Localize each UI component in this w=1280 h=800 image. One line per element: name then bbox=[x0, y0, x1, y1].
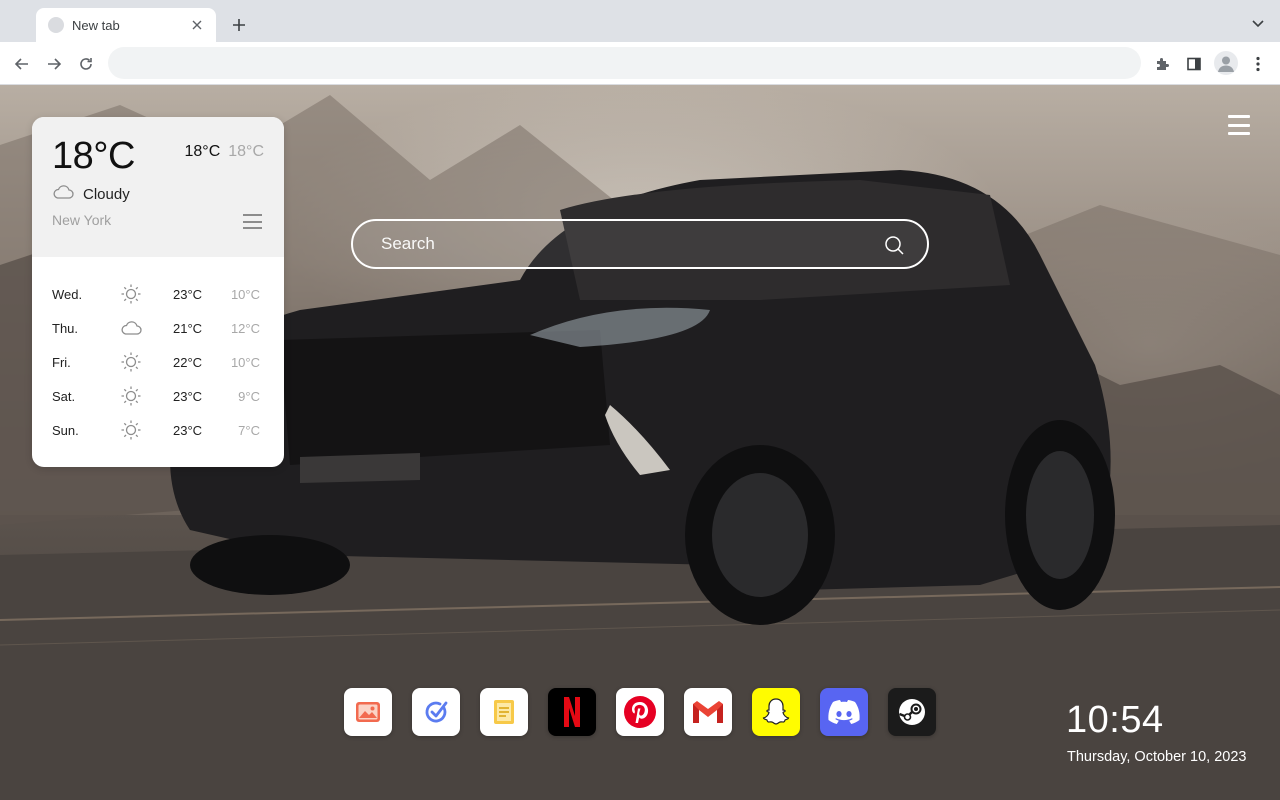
chevron-down-icon bbox=[1252, 20, 1264, 28]
photos-icon bbox=[356, 702, 380, 722]
forecast-low: 10°C bbox=[230, 286, 260, 302]
today-low: 18°C bbox=[228, 143, 264, 160]
notes-app[interactable] bbox=[480, 688, 528, 736]
snapchat-app[interactable] bbox=[752, 688, 800, 736]
forecast-high: 22°C bbox=[173, 354, 203, 370]
side-panel-button[interactable] bbox=[1182, 52, 1206, 76]
search-box bbox=[351, 219, 929, 269]
notes-icon bbox=[494, 700, 514, 724]
sun-icon bbox=[121, 420, 141, 440]
discord-icon bbox=[828, 700, 860, 724]
sun-icon bbox=[121, 352, 141, 372]
today-high-low: 18°C 18°C bbox=[185, 143, 265, 161]
photos-app[interactable] bbox=[344, 688, 392, 736]
cloud-icon bbox=[53, 185, 74, 199]
address-bar[interactable] bbox=[108, 47, 1141, 79]
arrow-left-icon bbox=[14, 58, 28, 70]
current-temperature: 18°C bbox=[52, 135, 135, 177]
cloud-icon bbox=[121, 321, 142, 335]
profile-avatar[interactable] bbox=[1214, 51, 1238, 75]
forecast-high: 23°C bbox=[173, 422, 203, 438]
forecast-row: Wed. 23°C 10°C bbox=[32, 277, 284, 311]
pinterest-app[interactable] bbox=[616, 688, 664, 736]
pinterest-icon bbox=[624, 696, 656, 728]
snapchat-icon bbox=[762, 698, 790, 725]
forecast-day: Sun. bbox=[52, 422, 79, 438]
tab-favicon-icon bbox=[48, 17, 64, 33]
reload-icon bbox=[80, 58, 92, 70]
tasks-app[interactable] bbox=[412, 688, 460, 736]
menu-bar bbox=[243, 214, 262, 216]
netflix-app[interactable] bbox=[548, 688, 596, 736]
forecast-row: Thu. 21°C 12°C bbox=[32, 311, 284, 345]
tab-search-button[interactable] bbox=[1248, 14, 1268, 34]
today-high: 18°C bbox=[184, 143, 221, 160]
forecast-day: Wed. bbox=[52, 286, 83, 302]
plus-icon bbox=[233, 19, 245, 31]
browser-toolbar bbox=[0, 42, 1280, 85]
forecast-low: 10°C bbox=[230, 354, 260, 370]
forecast-day: Thu. bbox=[52, 320, 79, 336]
back-button[interactable] bbox=[10, 52, 34, 76]
weather-condition: Cloudy bbox=[83, 186, 130, 203]
forecast-day: Fri. bbox=[52, 354, 71, 370]
menu-bar bbox=[243, 220, 262, 223]
discord-app[interactable] bbox=[820, 688, 868, 736]
check-icon bbox=[425, 701, 448, 723]
close-icon bbox=[192, 20, 202, 30]
new-tab-page: 18°C 18°C 18°C Cloudy New York Wed. 23°C … bbox=[0, 85, 1280, 800]
menu-bar bbox=[1228, 123, 1250, 127]
tab-close-button[interactable] bbox=[188, 16, 206, 34]
puzzle-icon bbox=[1157, 58, 1169, 70]
side-panel-icon bbox=[1187, 57, 1201, 71]
steam-app[interactable] bbox=[888, 688, 936, 736]
search-icon[interactable] bbox=[883, 234, 905, 256]
app-dock bbox=[344, 688, 936, 736]
weather-menu-button[interactable] bbox=[243, 214, 262, 229]
menu-bar bbox=[1228, 132, 1250, 135]
forecast-high: 21°C bbox=[173, 320, 203, 336]
gmail-app[interactable] bbox=[684, 688, 732, 736]
gmail-icon bbox=[693, 701, 723, 723]
forecast-high: 23°C bbox=[173, 388, 203, 404]
tab-strip: New tab bbox=[0, 0, 1280, 42]
weather-current: 18°C 18°C 18°C Cloudy New York bbox=[32, 117, 284, 257]
forecast-day: Sat. bbox=[52, 388, 76, 404]
clock-time: 10:54 bbox=[1066, 699, 1164, 741]
reload-button[interactable] bbox=[74, 52, 98, 76]
weather-city: New York bbox=[52, 212, 112, 228]
menu-bar bbox=[1228, 115, 1250, 118]
extensions-button[interactable] bbox=[1150, 52, 1174, 76]
search-input[interactable] bbox=[381, 221, 861, 267]
arrow-right-icon bbox=[48, 58, 62, 70]
new-tab-button[interactable] bbox=[228, 14, 250, 36]
page-menu-button[interactable] bbox=[1228, 115, 1250, 135]
kebab-menu-icon bbox=[1256, 56, 1260, 72]
netflix-icon bbox=[564, 697, 580, 727]
forecast-row: Fri. 22°C 10°C bbox=[32, 345, 284, 379]
forward-button[interactable] bbox=[42, 52, 66, 76]
forecast-low: 7°C bbox=[238, 422, 260, 438]
clock-date: Thursday, October 10, 2023 bbox=[1067, 749, 1247, 765]
forecast-low: 9°C bbox=[238, 388, 260, 404]
tab-new-tab[interactable]: New tab bbox=[36, 8, 216, 42]
weather-forecast: Wed. 23°C 10°C Thu. 21°C 12°C Fri. 22°C … bbox=[32, 277, 284, 447]
weather-widget: 18°C 18°C 18°C Cloudy New York Wed. 23°C … bbox=[32, 117, 284, 467]
sun-icon bbox=[121, 284, 141, 304]
forecast-high: 23°C bbox=[173, 286, 203, 302]
forecast-low: 12°C bbox=[230, 320, 260, 336]
forecast-row: Sun. 23°C 7°C bbox=[32, 413, 284, 447]
menu-bar bbox=[243, 227, 262, 229]
steam-icon bbox=[899, 699, 925, 725]
person-icon bbox=[1218, 56, 1234, 72]
browser-menu-button[interactable] bbox=[1246, 52, 1270, 76]
sun-icon bbox=[121, 386, 141, 406]
forecast-row: Sat. 23°C 9°C bbox=[32, 379, 284, 413]
tab-title: New tab bbox=[72, 17, 120, 33]
